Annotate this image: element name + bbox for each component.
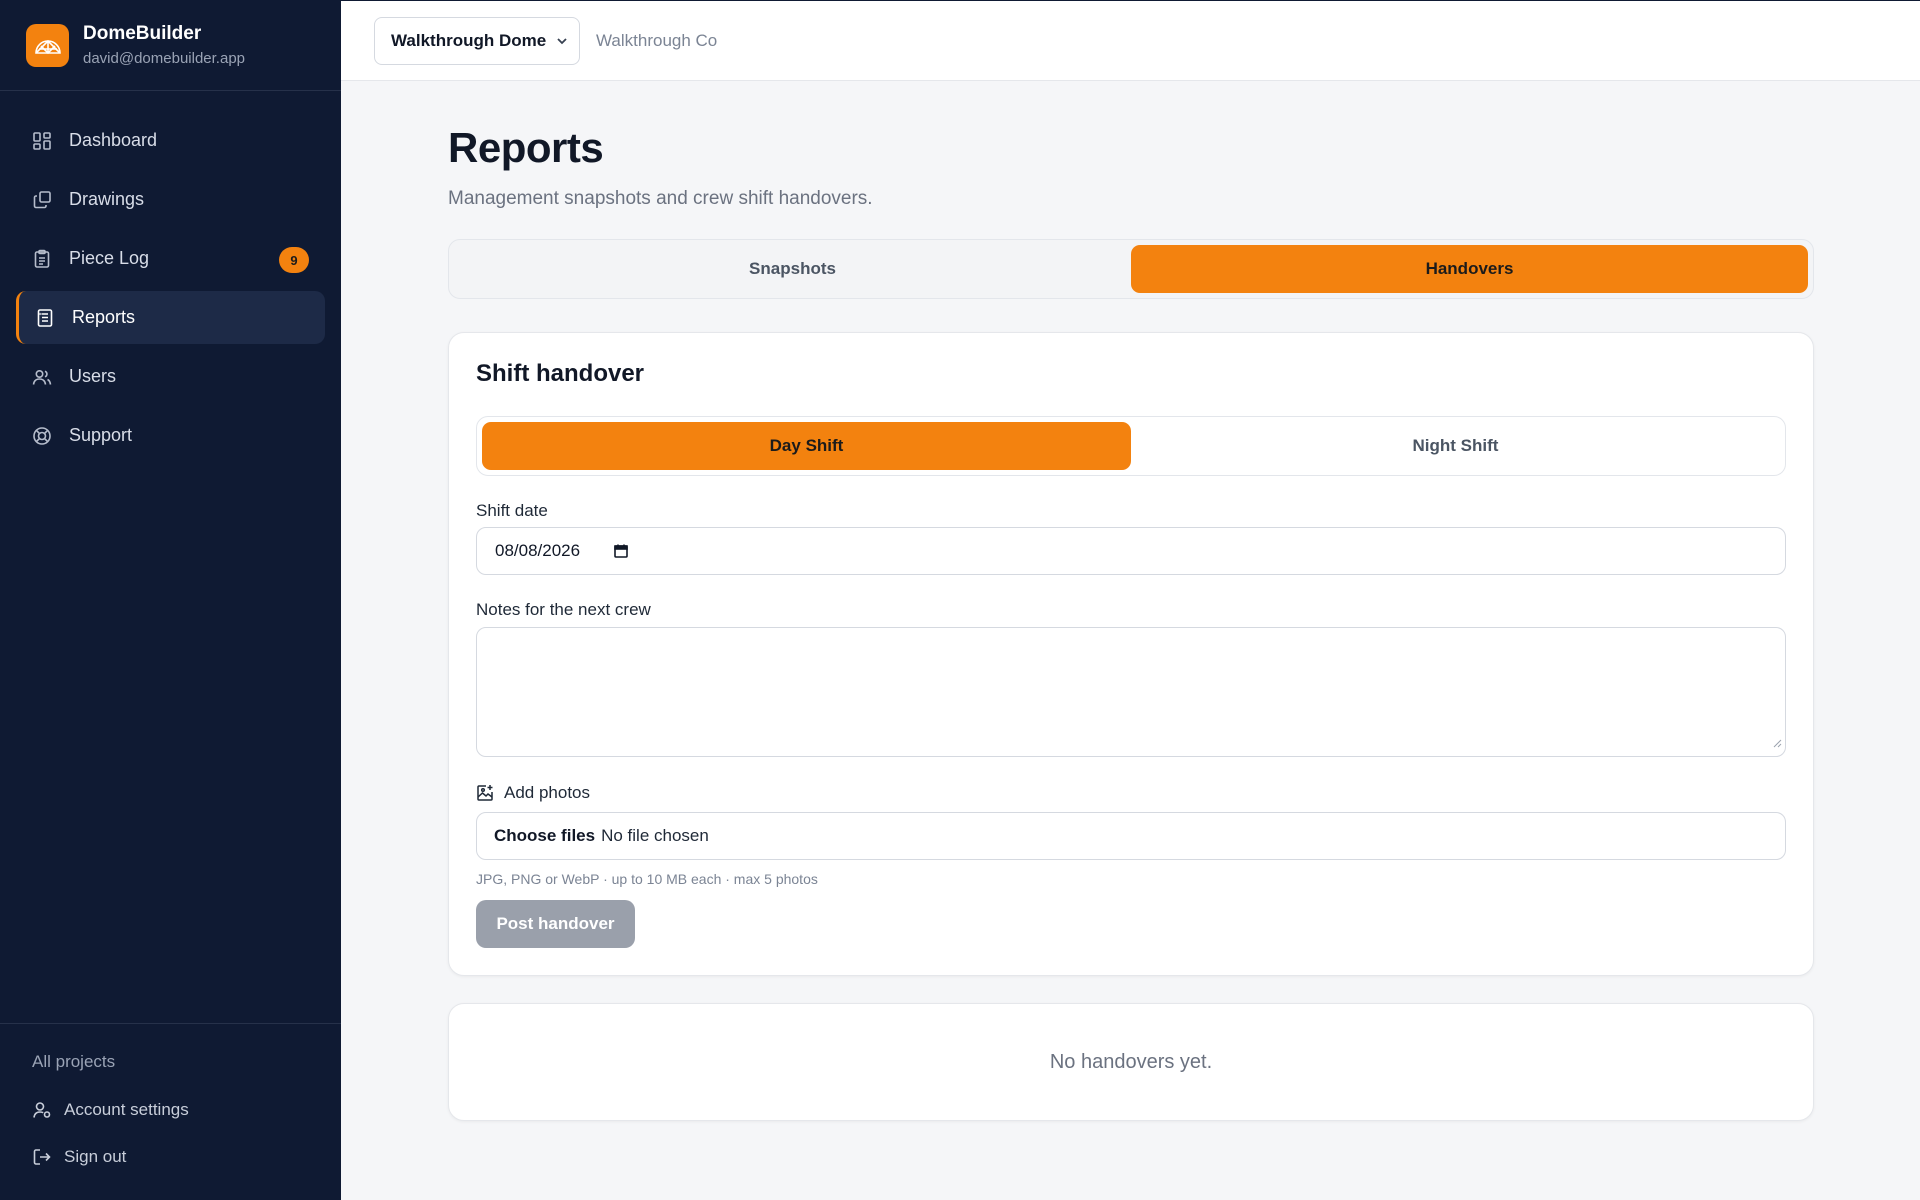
shift-date-value: 08/08/2026 — [495, 541, 581, 560]
sidebar-item-piece-log[interactable]: Piece Log 9 — [16, 232, 325, 285]
report-tabs: Snapshots Handovers — [448, 239, 1814, 299]
sidebar-item-label: Drawings — [69, 189, 145, 209]
sidebar-footer: All projects Account settings Sign out — [0, 1023, 341, 1200]
notes-label: Notes for the next crew — [476, 600, 651, 619]
sidebar-item-label: Users — [69, 366, 117, 386]
tab-handovers[interactable]: Handovers — [1131, 245, 1808, 293]
brand-header: DomeBuilder david@domebuilder.app — [0, 0, 341, 91]
user-settings-icon — [32, 1100, 52, 1120]
day-shift-button[interactable]: Day Shift — [482, 422, 1131, 470]
shift-toggle: Day Shift Night Shift — [476, 416, 1786, 476]
photo-file-input[interactable]: Choose files No file chosen — [476, 812, 1786, 860]
piece-log-count-badge: 9 — [279, 247, 309, 273]
sidebar-item-reports[interactable]: Reports — [16, 291, 325, 344]
company-name: Walkthrough Co — [596, 30, 718, 50]
top-bar: Walkthrough Dome Walkthrough Co — [341, 0, 1920, 81]
sidebar: DomeBuilder david@domebuilder.app Dashbo… — [0, 0, 341, 1200]
users-icon — [32, 367, 52, 387]
grid-icon — [32, 131, 52, 151]
sidebar-item-label: Support — [69, 425, 133, 445]
clipboard-icon — [32, 249, 52, 269]
add-photos-label: Add photos — [476, 782, 1786, 804]
add-photos-text: Add photos — [504, 783, 591, 802]
card-title: Shift handover — [476, 360, 645, 387]
account-settings-label: Account settings — [64, 1100, 189, 1119]
sign-out-label: Sign out — [64, 1147, 127, 1166]
night-shift-button[interactable]: Night Shift — [1131, 422, 1780, 470]
project-select-value: Walkthrough Dome — [391, 30, 547, 50]
sidebar-item-support[interactable]: Support — [16, 409, 325, 462]
account-settings-link[interactable]: Account settings — [32, 1099, 309, 1121]
page-subtitle: Management snapshots and crew shift hand… — [448, 188, 873, 209]
main-content: Reports Management snapshots and crew sh… — [448, 81, 1814, 1121]
layers-icon — [32, 190, 52, 210]
tab-snapshots[interactable]: Snapshots — [454, 245, 1131, 293]
page-title: Reports — [448, 124, 604, 171]
calendar-icon[interactable] — [613, 543, 629, 559]
project-select[interactable]: Walkthrough Dome — [374, 16, 580, 65]
sidebar-item-label: Piece Log — [69, 248, 150, 268]
shift-date-input[interactable]: 08/08/2026 — [476, 527, 1786, 575]
all-projects-link[interactable]: All projects — [32, 1052, 309, 1074]
image-plus-icon — [476, 784, 494, 802]
sidebar-item-label: Dashboard — [69, 130, 158, 150]
sidebar-item-drawings[interactable]: Drawings — [16, 173, 325, 226]
report-icon — [35, 308, 55, 328]
sidebar-item-users[interactable]: Users — [16, 350, 325, 403]
sidebar-nav: Dashboard Drawings Piece Log 9 Reports U… — [0, 91, 341, 462]
dome-icon — [26, 23, 69, 67]
lifebuoy-icon — [32, 426, 52, 446]
sidebar-item-label: Reports — [72, 307, 136, 327]
sign-out-link[interactable]: Sign out — [32, 1146, 309, 1168]
post-handover-button[interactable]: Post handover — [476, 900, 635, 948]
notes-textarea[interactable] — [476, 627, 1786, 757]
file-status: No file chosen — [601, 826, 709, 845]
handover-list-empty: No handovers yet. — [448, 1003, 1814, 1121]
user-email: david@domebuilder.app — [83, 50, 246, 67]
shift-date-label: Shift date — [476, 501, 548, 520]
resize-grip-icon[interactable] — [1772, 735, 1782, 753]
shift-handover-card: Shift handover Day Shift Night Shift Shi… — [448, 332, 1814, 976]
sign-out-icon — [32, 1147, 52, 1167]
chevron-down-icon — [555, 33, 569, 53]
empty-state-text: No handovers yet. — [1049, 1050, 1213, 1073]
sidebar-item-dashboard[interactable]: Dashboard — [16, 114, 325, 167]
photo-upload-hint: JPG, PNG or WebP · up to 10 MB each · ma… — [476, 871, 818, 887]
brand-name: DomeBuilder — [83, 23, 202, 44]
choose-files-button[interactable]: Choose files — [494, 826, 595, 846]
